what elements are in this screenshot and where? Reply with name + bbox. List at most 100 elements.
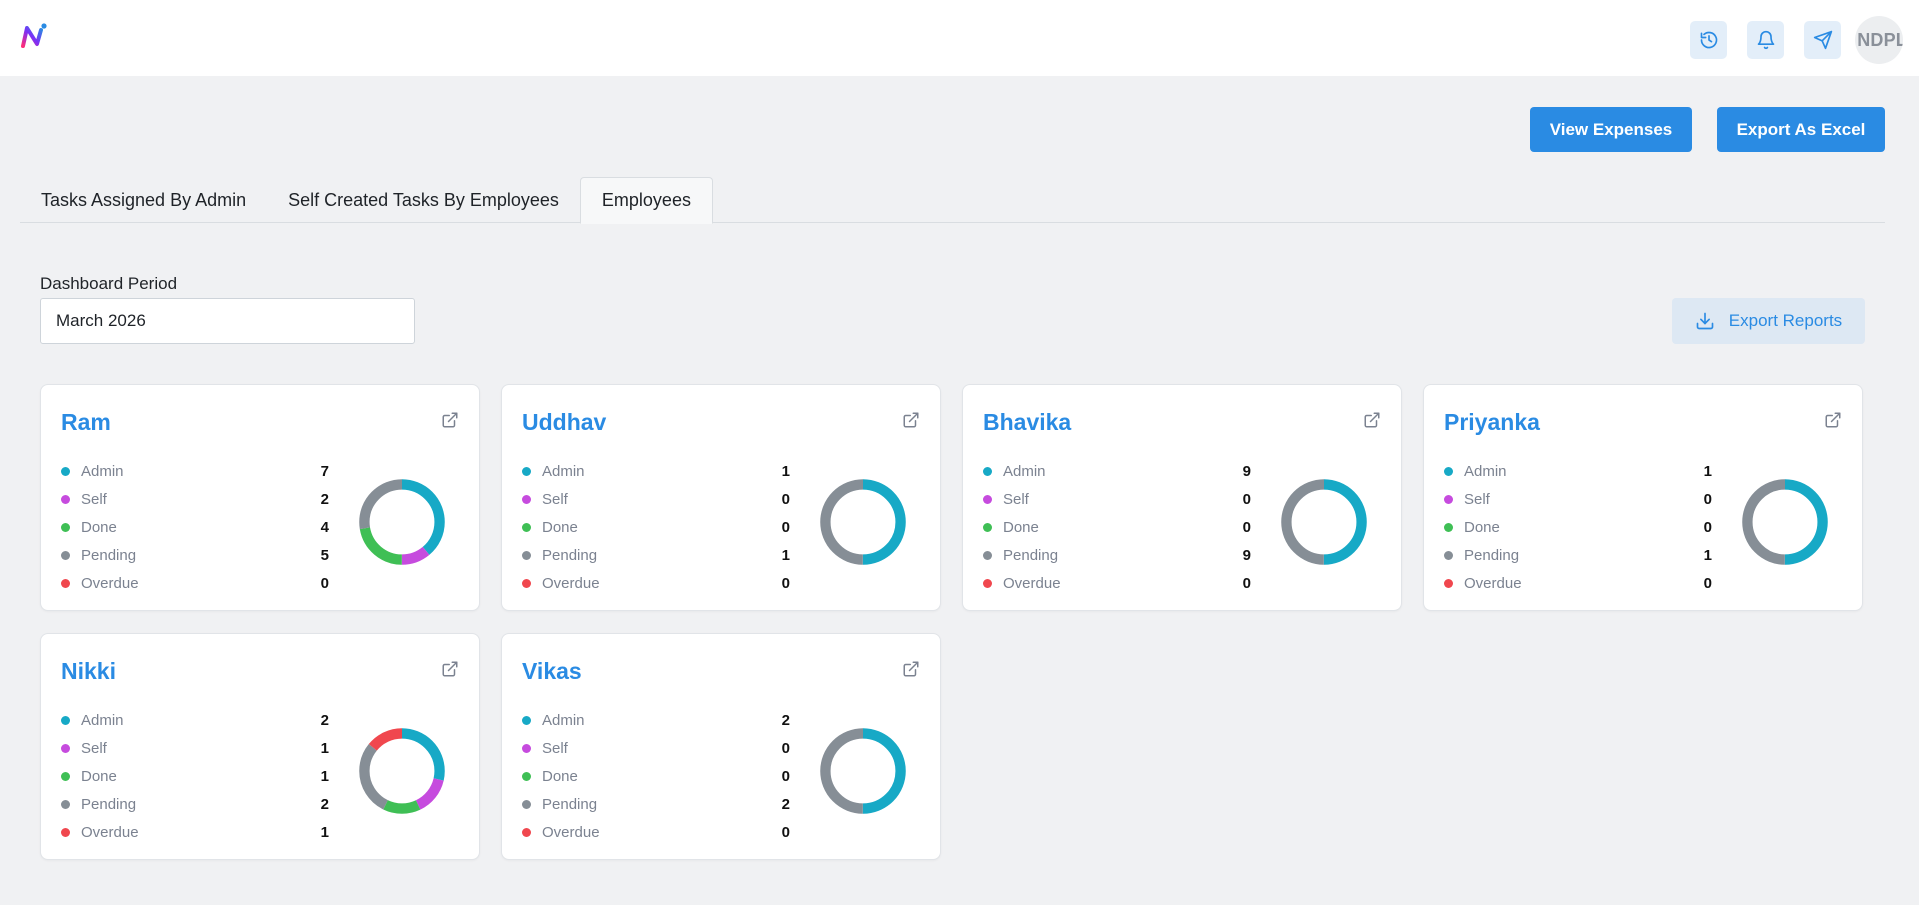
- employee-card-grid: Ram Admin 7 Self 2 Done 4 Pending 5 Overdue 0 Uddha…: [40, 384, 1863, 860]
- export-reports-button[interactable]: Export Reports: [1672, 298, 1865, 344]
- external-link-icon[interactable]: [902, 411, 920, 429]
- stat-row-done: Done 0: [1444, 513, 1712, 541]
- stat-row-pending: Pending 5: [61, 541, 329, 569]
- stat-label: Self: [1464, 490, 1490, 508]
- external-link-icon[interactable]: [1363, 411, 1381, 429]
- stat-row-admin: Admin 1: [1444, 457, 1712, 485]
- done-dot-icon: [522, 522, 531, 532]
- stat-value: 0: [781, 574, 790, 592]
- history-button[interactable]: [1690, 21, 1727, 59]
- stat-row-overdue: Overdue 0: [1444, 569, 1712, 597]
- employee-name[interactable]: Bhavika: [983, 409, 1071, 436]
- stat-row-overdue: Overdue 0: [522, 818, 790, 846]
- tab-tasks-assigned-by-admin[interactable]: Tasks Assigned By Admin: [20, 177, 267, 223]
- external-link-icon[interactable]: [441, 411, 459, 429]
- employee-name[interactable]: Vikas: [522, 658, 582, 685]
- export-excel-button[interactable]: Export As Excel: [1717, 107, 1885, 152]
- stat-row-done: Done 0: [522, 762, 790, 790]
- stat-row-done: Done 1: [61, 762, 329, 790]
- bell-icon: [1757, 30, 1774, 50]
- stat-label: Overdue: [1464, 574, 1522, 592]
- user-avatar[interactable]: NDPL: [1855, 16, 1903, 64]
- task-donut-chart: [359, 728, 445, 814]
- stat-row-self: Self 0: [983, 485, 1251, 513]
- employee-card: Bhavika Admin 9 Self 0 Done 0 Pending 9 Overdue 0: [962, 384, 1402, 611]
- external-link-icon[interactable]: [441, 660, 459, 678]
- admin-dot-icon: [522, 466, 531, 476]
- stat-value: 9: [1242, 546, 1251, 564]
- stat-label: Pending: [81, 546, 137, 564]
- stat-label: Done: [1003, 518, 1039, 536]
- stat-row-done: Done 0: [983, 513, 1251, 541]
- stat-value: 2: [320, 795, 329, 813]
- admin-dot-icon: [61, 715, 70, 725]
- employee-name[interactable]: Nikki: [61, 658, 116, 685]
- employee-card: Ram Admin 7 Self 2 Done 4 Pending 5 Overdue 0: [40, 384, 480, 611]
- stat-value: 0: [320, 574, 329, 592]
- stat-label: Pending: [542, 795, 598, 813]
- stat-row-self: Self 0: [522, 734, 790, 762]
- pending-dot-icon: [522, 550, 531, 560]
- stats-list: Admin 2 Self 0 Done 0 Pending 2 Overdue 0: [522, 706, 790, 846]
- stat-label: Done: [81, 767, 117, 785]
- employee-name[interactable]: Ram: [61, 409, 111, 436]
- pending-dot-icon: [61, 550, 70, 560]
- stat-row-admin: Admin 7: [61, 457, 329, 485]
- stat-row-overdue: Overdue 0: [61, 569, 329, 597]
- pending-dot-icon: [983, 550, 992, 560]
- tab-self-created-tasks[interactable]: Self Created Tasks By Employees: [267, 177, 580, 223]
- app-logo[interactable]: [20, 22, 48, 50]
- overdue-dot-icon: [61, 578, 70, 588]
- stat-label: Admin: [542, 711, 585, 729]
- stat-row-pending: Pending 9: [983, 541, 1251, 569]
- stat-value: 0: [781, 518, 790, 536]
- stat-row-pending: Pending 1: [1444, 541, 1712, 569]
- pending-dot-icon: [1444, 550, 1453, 560]
- stat-label: Done: [81, 518, 117, 536]
- stat-value: 1: [320, 767, 329, 785]
- employee-name[interactable]: Uddhav: [522, 409, 606, 436]
- send-icon: [1813, 30, 1832, 50]
- notifications-button[interactable]: [1747, 21, 1784, 59]
- dashboard-period-input[interactable]: [40, 298, 415, 344]
- employee-card: Priyanka Admin 1 Self 0 Done 0 Pending 1 Overdue 0: [1423, 384, 1863, 611]
- stat-label: Done: [542, 767, 578, 785]
- external-link-icon[interactable]: [1824, 411, 1842, 429]
- admin-dot-icon: [1444, 466, 1453, 476]
- stat-row-admin: Admin 1: [522, 457, 790, 485]
- stat-row-overdue: Overdue 0: [522, 569, 790, 597]
- stat-row-self: Self 0: [522, 485, 790, 513]
- stat-label: Overdue: [81, 574, 139, 592]
- tab-employees[interactable]: Employees: [579, 177, 713, 224]
- view-expenses-button[interactable]: View Expenses: [1530, 107, 1692, 152]
- task-donut-chart: [359, 479, 445, 565]
- external-link-icon[interactable]: [902, 660, 920, 678]
- admin-dot-icon: [522, 715, 531, 725]
- stat-value: 0: [781, 767, 790, 785]
- stat-label: Self: [81, 490, 107, 508]
- export-reports-label: Export Reports: [1728, 311, 1843, 330]
- stat-label: Overdue: [1003, 574, 1061, 592]
- overdue-dot-icon: [522, 827, 531, 837]
- overdue-dot-icon: [61, 827, 70, 837]
- stats-list: Admin 1 Self 0 Done 0 Pending 1 Overdue 0: [1444, 457, 1712, 597]
- stat-value: 4: [320, 518, 329, 536]
- self-dot-icon: [983, 494, 992, 504]
- done-dot-icon: [983, 522, 992, 532]
- stat-label: Admin: [81, 711, 124, 729]
- stat-row-overdue: Overdue 1: [61, 818, 329, 846]
- stat-label: Pending: [1464, 546, 1520, 564]
- stat-value: 1: [1703, 462, 1712, 480]
- pending-dot-icon: [61, 799, 70, 809]
- top-navbar: NDPL: [0, 0, 1919, 76]
- download-icon: [1696, 312, 1714, 330]
- stat-value: 0: [1703, 490, 1712, 508]
- stat-row-overdue: Overdue 0: [983, 569, 1251, 597]
- overdue-dot-icon: [983, 578, 992, 588]
- overdue-dot-icon: [522, 578, 531, 588]
- stat-row-self: Self 1: [61, 734, 329, 762]
- task-donut-chart: [820, 479, 906, 565]
- stats-list: Admin 9 Self 0 Done 0 Pending 9 Overdue 0: [983, 457, 1251, 597]
- send-button[interactable]: [1804, 21, 1841, 59]
- employee-name[interactable]: Priyanka: [1444, 409, 1540, 436]
